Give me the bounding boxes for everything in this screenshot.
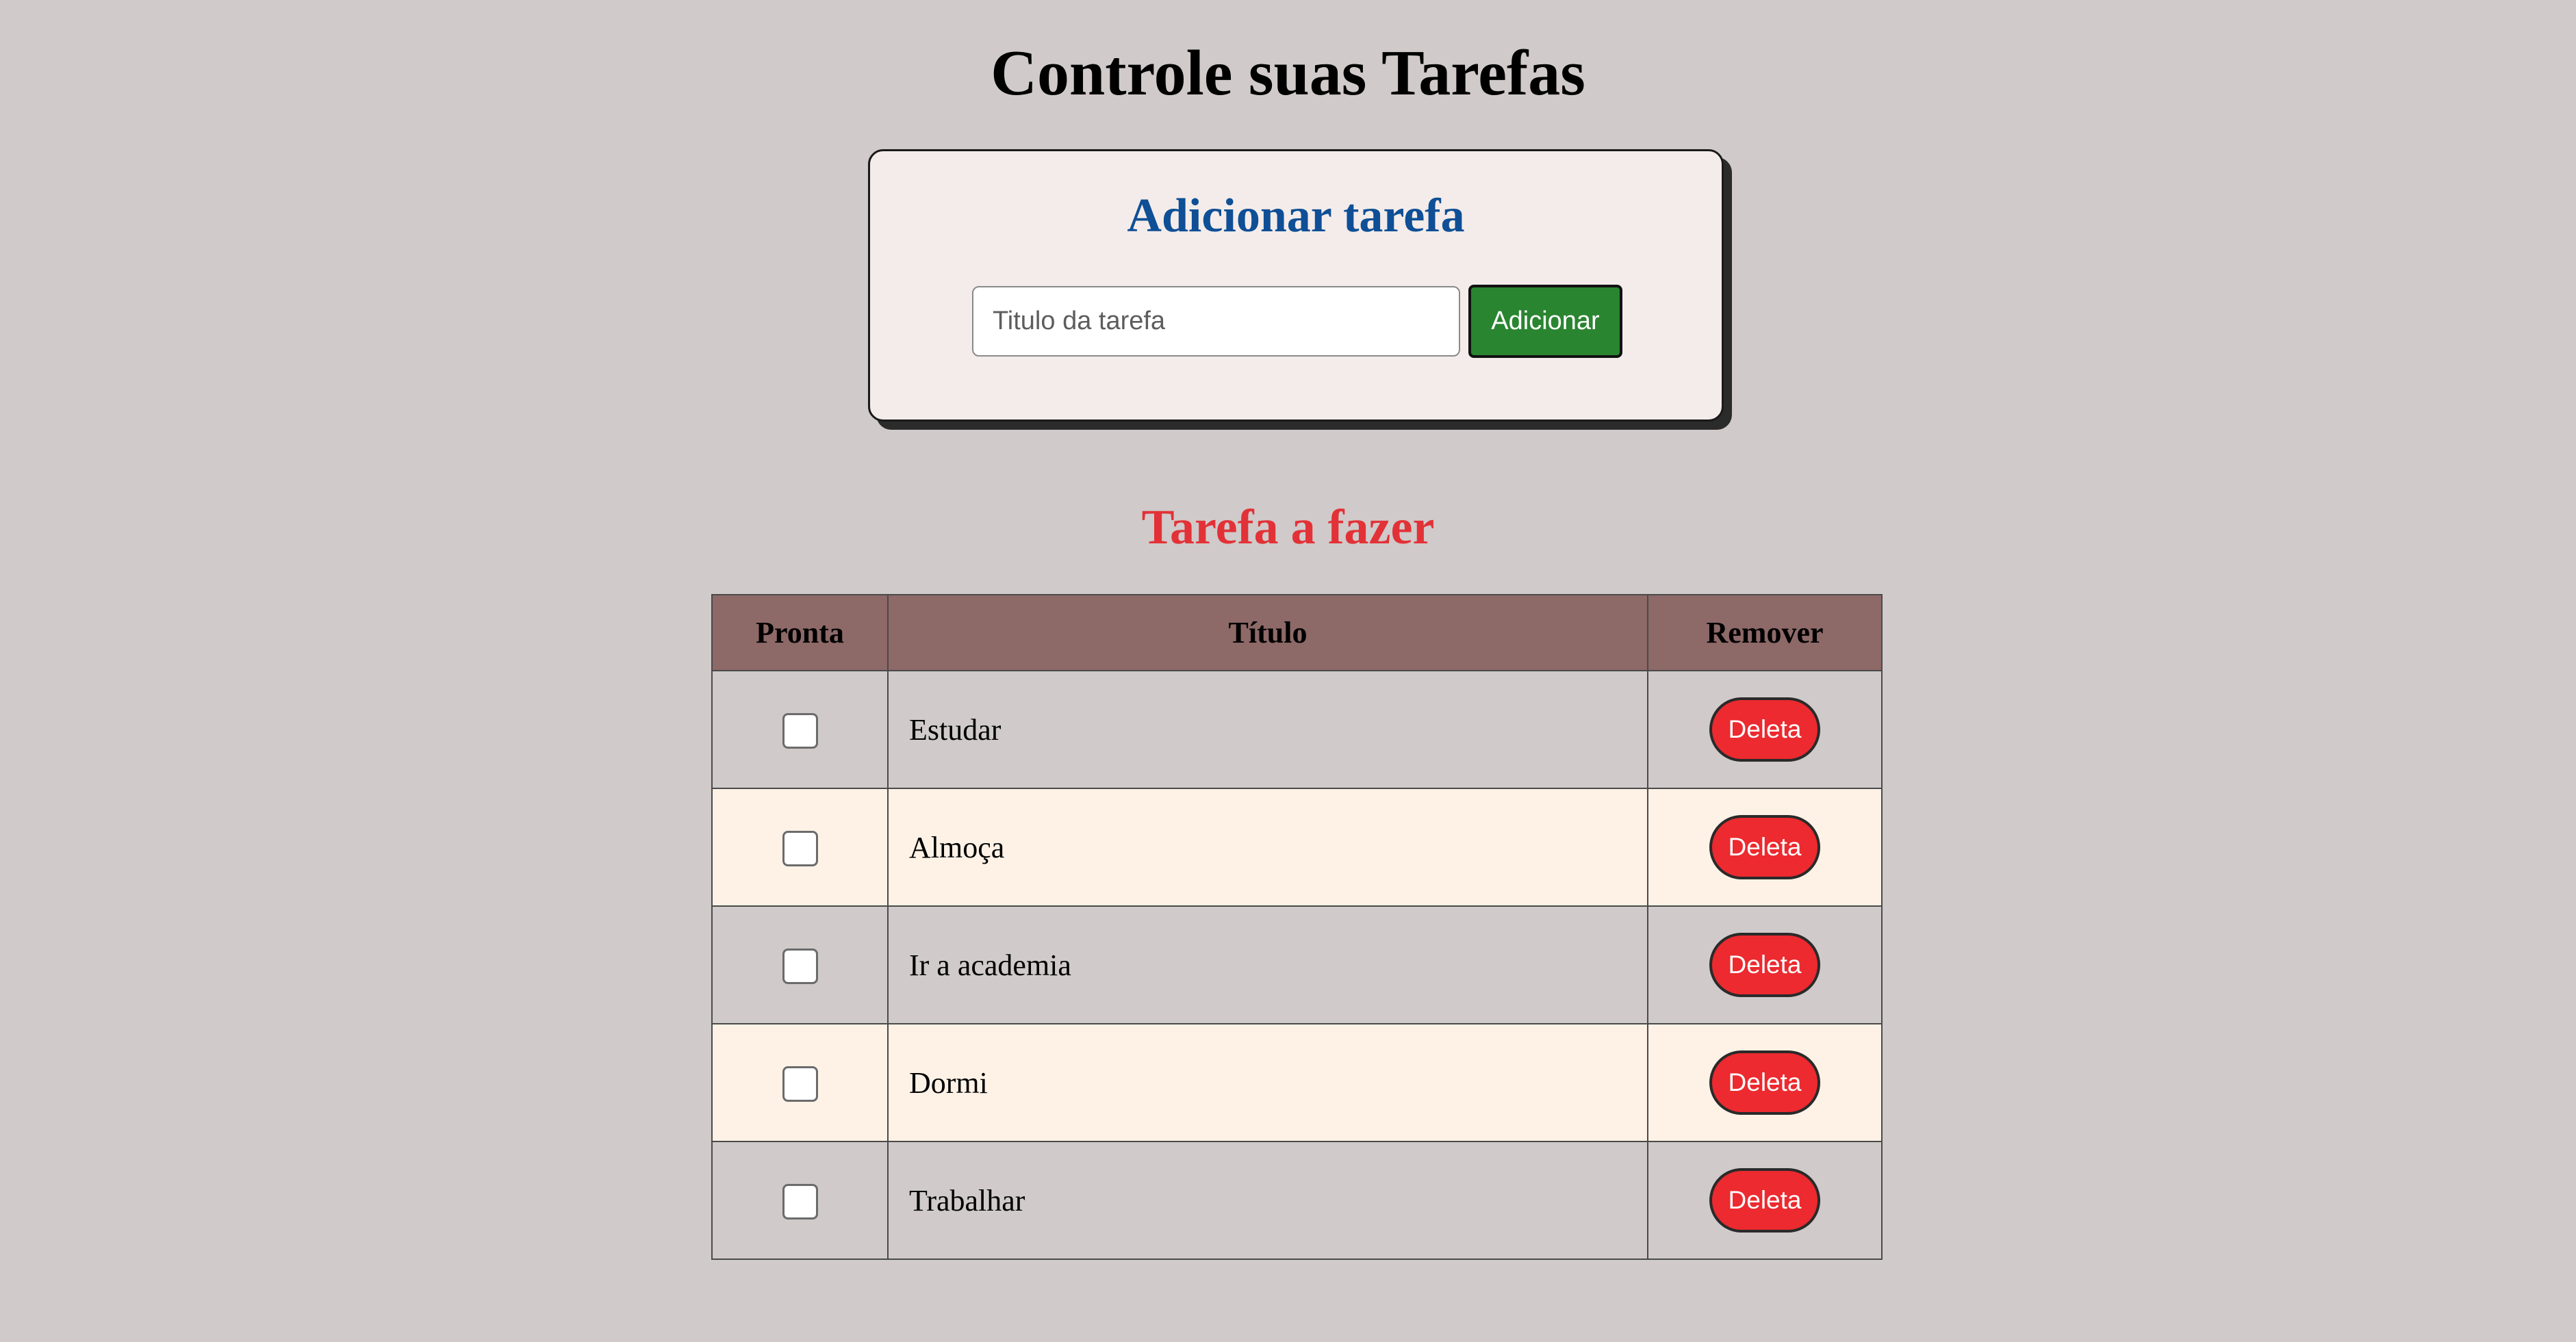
task-title: Ir a academia	[887, 905, 1648, 1024]
done-checkbox[interactable]	[782, 948, 818, 984]
delete-button[interactable]: Deleta	[1709, 697, 1820, 762]
remove-cell: Deleta	[1647, 1141, 1883, 1260]
delete-button[interactable]: Deleta	[1709, 1050, 1820, 1115]
add-task-button[interactable]: Adicionar	[1468, 285, 1622, 358]
task-table: Pronta Título Remover Estudar Deleta Alm…	[711, 594, 1883, 1260]
done-checkbox[interactable]	[782, 830, 818, 866]
done-checkbox[interactable]	[782, 712, 818, 749]
done-cell	[711, 1023, 889, 1142]
add-task-title: Adicionar tarefa	[1127, 190, 1465, 242]
page-title: Controle suas Tarefas	[991, 38, 1585, 109]
task-title: Dormi	[887, 1023, 1648, 1142]
table-row: Trabalhar Deleta	[711, 1141, 1883, 1260]
done-checkbox[interactable]	[782, 1066, 818, 1102]
done-checkbox[interactable]	[782, 1183, 818, 1220]
page: Controle suas Tarefas Adicionar tarefa A…	[0, 0, 2576, 1342]
column-header-remove: Remover	[1647, 594, 1883, 671]
task-list-title: Tarefa a fazer	[1141, 500, 1435, 554]
done-cell	[711, 670, 889, 789]
delete-button[interactable]: Deleta	[1709, 815, 1820, 879]
done-cell	[711, 788, 889, 907]
done-cell	[711, 905, 889, 1024]
table-row: Almoça Deleta	[711, 788, 1883, 907]
remove-cell: Deleta	[1647, 905, 1883, 1024]
column-header-done: Pronta	[711, 594, 889, 671]
done-cell	[711, 1141, 889, 1260]
delete-button[interactable]: Deleta	[1709, 933, 1820, 997]
table-row: Ir a academia Deleta	[711, 905, 1883, 1024]
table-header-row: Pronta Título Remover	[711, 594, 1883, 671]
table-row: Dormi Deleta	[711, 1023, 1883, 1142]
task-title: Almoça	[887, 788, 1648, 907]
remove-cell: Deleta	[1647, 670, 1883, 789]
add-task-card: Adicionar tarefa Adicionar	[868, 149, 1724, 422]
remove-cell: Deleta	[1647, 1023, 1883, 1142]
task-title: Trabalhar	[887, 1141, 1648, 1260]
delete-button[interactable]: Deleta	[1709, 1168, 1820, 1233]
task-title-input[interactable]	[972, 286, 1460, 357]
task-title: Estudar	[887, 670, 1648, 789]
column-header-title: Título	[887, 594, 1648, 671]
table-row: Estudar Deleta	[711, 670, 1883, 789]
remove-cell: Deleta	[1647, 788, 1883, 907]
